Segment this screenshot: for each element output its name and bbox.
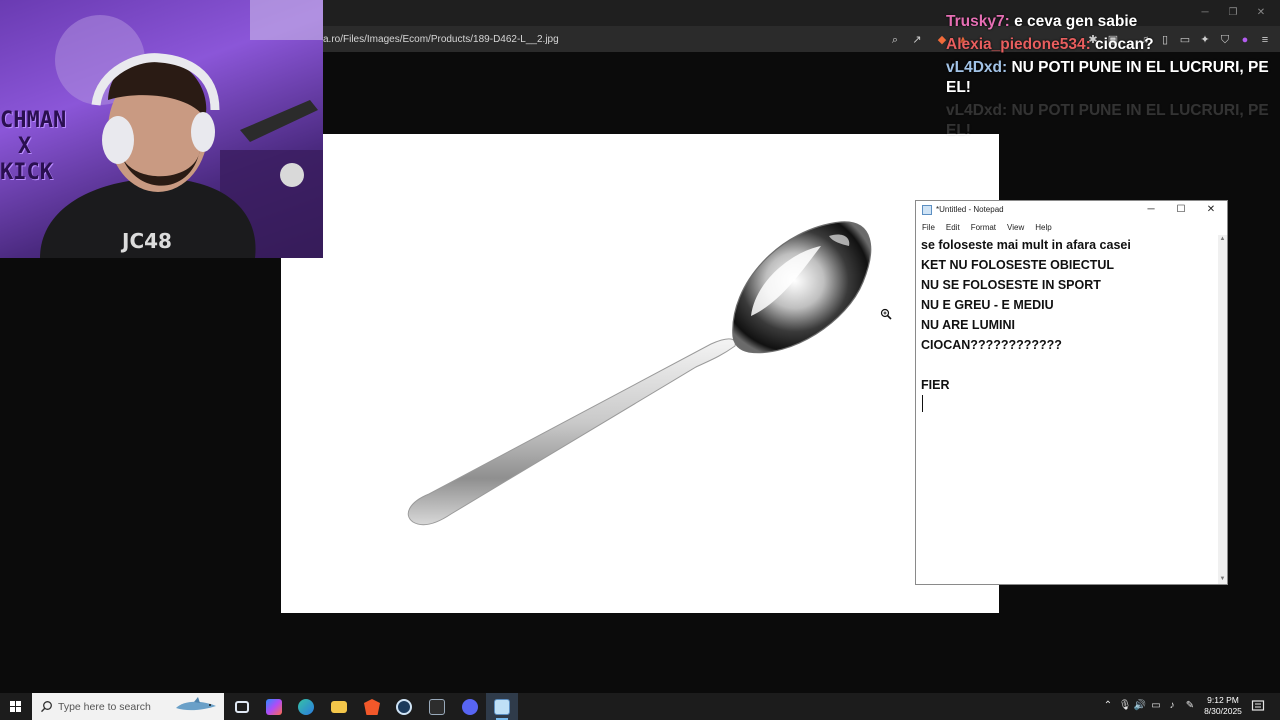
- taskbar-clock[interactable]: 9:12 PM 8/30/2025: [1198, 695, 1248, 717]
- chat-overlay: Trusky7: e ceva gen sabie Alexia_piedone…: [946, 12, 1280, 144]
- zoom-icon[interactable]: ⌕: [888, 33, 902, 47]
- spoon-image: [407, 221, 872, 526]
- network-icon[interactable]: ▭: [1149, 699, 1163, 713]
- image-viewer[interactable]: [281, 134, 999, 613]
- share-icon[interactable]: ↗: [910, 33, 924, 47]
- task-view-icon: [235, 701, 249, 713]
- notepad-text-area[interactable]: se foloseste mai mult in afara casei KET…: [917, 235, 1219, 583]
- menu-format[interactable]: Format: [965, 220, 1001, 234]
- chat-username: Alexia_piedone534:: [946, 36, 1091, 53]
- chat-message-faded: vL4Dxd: NU POTI PUNE IN EL LUCRURI, PE E…: [946, 101, 1280, 141]
- edge-button[interactable]: [290, 693, 322, 720]
- chat-message: Alexia_piedone534: ciocan?: [946, 35, 1280, 55]
- taskbar-search[interactable]: Type here to search: [32, 693, 224, 720]
- chat-text: ciocan?: [1095, 36, 1154, 53]
- search-highlight-icon: [176, 697, 216, 711]
- volume-icon[interactable]: 🔊: [1133, 699, 1147, 713]
- steam-icon: [396, 699, 412, 715]
- chat-username: vL4Dxd:: [946, 102, 1008, 119]
- notepad-scrollbar[interactable]: ▲ ▼: [1218, 235, 1227, 584]
- brave-icon: [364, 699, 380, 715]
- text-caret: [922, 395, 923, 412]
- excel-icon: [429, 699, 445, 715]
- speaker-icon[interactable]: ♪: [1165, 699, 1179, 713]
- search-placeholder: Type here to search: [58, 701, 151, 713]
- copilot-icon: [266, 699, 282, 715]
- pen-icon[interactable]: ✎: [1183, 699, 1197, 713]
- chat-username: Trusky7:: [946, 13, 1010, 30]
- url-text[interactable]: a.ro/Files/Images/Ecom/Products/189-D462…: [323, 34, 559, 45]
- chat-message: vL4Dxd: NU POTI PUNE IN EL LUCRURI, PE E…: [946, 58, 1280, 98]
- menu-help[interactable]: Help: [1029, 220, 1056, 234]
- search-icon: [41, 701, 52, 713]
- steam-button[interactable]: [388, 693, 420, 720]
- text-line: se foloseste mai mult in afara casei: [921, 238, 1131, 252]
- close-icon[interactable]: ✕: [1199, 203, 1223, 217]
- chat-message: Trusky7: e ceva gen sabie: [946, 12, 1280, 32]
- webcam-sign: CHMAN X KICK: [0, 108, 67, 185]
- discord-icon: [462, 699, 478, 715]
- edge-icon: [298, 699, 314, 715]
- text-line: NU E GREU - E MEDIU: [921, 298, 1054, 312]
- text-line: FIER: [921, 378, 950, 392]
- chat-username: vL4Dxd:: [946, 59, 1008, 76]
- clock-date: 8/30/2025: [1204, 706, 1242, 716]
- scroll-down-icon[interactable]: ▼: [1219, 576, 1226, 583]
- terminal-button[interactable]: [421, 693, 453, 720]
- notepad-title: *Untitled - Notepad: [936, 205, 1004, 214]
- menu-view[interactable]: View: [1001, 220, 1029, 234]
- windows-icon: [10, 701, 21, 712]
- text-line: [921, 355, 1223, 375]
- notepad-icon: [922, 205, 932, 215]
- notepad-taskbar-button[interactable]: [486, 693, 518, 720]
- maximize-icon[interactable]: ☐: [1169, 203, 1193, 217]
- microphone-icon[interactable]: 🎙: [1118, 699, 1132, 713]
- task-view-button[interactable]: [226, 693, 258, 720]
- chevron-up-icon[interactable]: ⌃: [1101, 699, 1115, 713]
- chat-text: e ceva gen sabie: [1014, 13, 1138, 30]
- minimize-icon[interactable]: ─: [1139, 203, 1163, 217]
- notepad-window[interactable]: *Untitled - Notepad ─ ☐ ✕ File Edit Form…: [915, 200, 1228, 585]
- text-line: NU SE FOLOSESTE IN SPORT: [921, 278, 1101, 292]
- scroll-up-icon[interactable]: ▲: [1219, 236, 1226, 243]
- clock-time: 9:12 PM: [1207, 695, 1239, 705]
- taskbar: Type here to search ⌃ 🎙 🔊 ▭ ♪ ✎ 9:12 PM …: [0, 693, 1280, 720]
- file-explorer-button[interactable]: [323, 693, 355, 720]
- notepad-menu-bar: File Edit Format View Help: [916, 220, 1227, 234]
- text-line: KET NU FOLOSESTE OBIECTUL: [921, 258, 1115, 272]
- start-button[interactable]: [0, 693, 32, 720]
- notepad-icon: [494, 699, 510, 715]
- brave-button[interactable]: [356, 693, 388, 720]
- zoom-cursor-icon: [880, 308, 892, 320]
- svg-text:JC48: JC48: [120, 229, 172, 253]
- file-explorer-icon: [331, 701, 347, 713]
- notepad-title-bar[interactable]: *Untitled - Notepad ─ ☐ ✕: [916, 201, 1227, 219]
- menu-edit[interactable]: Edit: [940, 220, 965, 234]
- discord-button[interactable]: [454, 693, 486, 720]
- notification-icon[interactable]: [1251, 699, 1265, 713]
- menu-file[interactable]: File: [916, 220, 940, 234]
- text-line: CIOCAN????????????: [921, 338, 1062, 352]
- copilot-button[interactable]: [258, 693, 290, 720]
- webcam-overlay: JC48 CHMAN X KICK: [0, 0, 323, 258]
- text-line: NU ARE LUMINI: [921, 318, 1015, 332]
- screen: ─ ❐ ✕ a.ro/Files/Images/Ecom/Products/18…: [0, 0, 1280, 720]
